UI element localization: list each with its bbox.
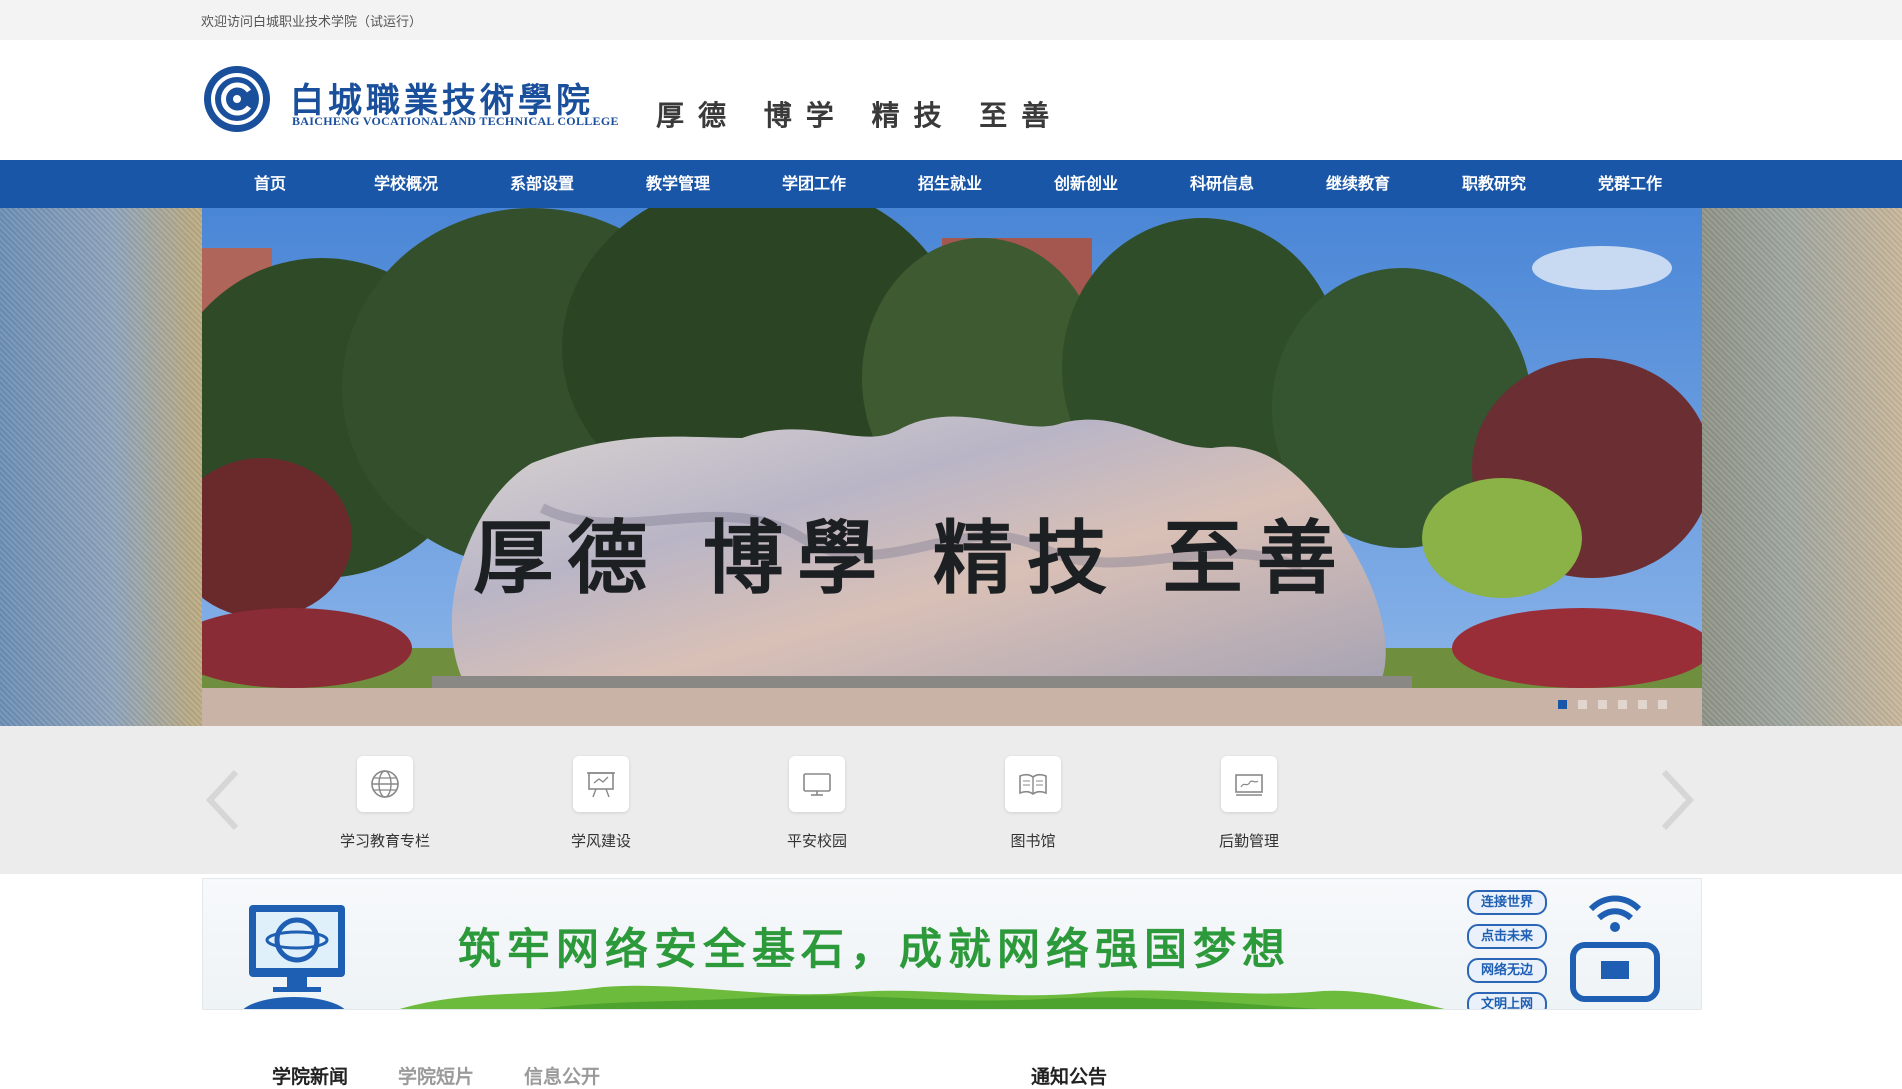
- tab-info-disclosure[interactable]: 信息公开: [524, 1062, 600, 1089]
- slide-dot[interactable]: [1598, 700, 1607, 709]
- top-welcome-bar: 欢迎访问白城职业技术学院（试运行）: [0, 0, 1902, 40]
- welcome-text: 欢迎访问白城职业技术学院（试运行）: [201, 15, 423, 30]
- globe-icon: [357, 756, 413, 812]
- quick-link-study-style[interactable]: 学风建设: [521, 756, 681, 866]
- nav-item-teaching[interactable]: 教学管理: [610, 160, 746, 208]
- security-pill: 文明上网: [1467, 992, 1547, 1009]
- quick-link-label: 学习教育专栏: [339, 832, 430, 850]
- nav-item-admissions[interactable]: 招生就业: [882, 160, 1018, 208]
- tab-college-news[interactable]: 学院新闻: [272, 1062, 348, 1089]
- book-icon: [1005, 756, 1061, 812]
- college-name-english: BAICHENG VOCATIONAL AND TECHNICAL COLLEG…: [292, 114, 619, 128]
- main-navigation: 首页 学校概况 系部设置 教学管理 学团工作 招生就业 创新创业 科研信息 继续…: [0, 160, 1902, 208]
- quick-link-label: 平安校园: [786, 832, 847, 850]
- monitor-icon: [789, 756, 845, 812]
- quick-link-label: 后勤管理: [1218, 832, 1279, 850]
- security-pill: 网络无边: [1467, 958, 1547, 983]
- nav-item-about[interactable]: 学校概况: [338, 160, 474, 208]
- slide-dot[interactable]: [1558, 700, 1567, 709]
- nav-item-home[interactable]: 首页: [202, 160, 338, 208]
- quick-link-library[interactable]: 图书馆: [953, 756, 1113, 866]
- chevron-left-icon[interactable]: [204, 768, 240, 832]
- presentation-board-icon: [573, 756, 629, 812]
- network-security-banner[interactable]: 筑牢网络安全基石，成就网络强国梦想 连接世界 点击未来 网络无边 文明上网: [202, 878, 1702, 1010]
- security-pill: 点击未来: [1467, 924, 1547, 949]
- nav-item-departments[interactable]: 系部设置: [474, 160, 610, 208]
- slide-dot[interactable]: [1658, 700, 1667, 709]
- notice-section-title[interactable]: 通知公告: [1031, 1062, 1107, 1089]
- wifi-router-icon: [1570, 895, 1660, 1002]
- quick-links-bar: 学习教育专栏 学风建设 平安校园 图书馆 后勤管理: [0, 726, 1902, 874]
- stone-inscription: 厚德 博學 精技 至善: [473, 511, 1351, 605]
- quick-link-logistics[interactable]: 后勤管理: [1169, 756, 1329, 866]
- quick-link-label: 图书馆: [1010, 832, 1056, 850]
- chevron-right-icon[interactable]: [1660, 768, 1696, 832]
- security-pill: 连接世界: [1467, 890, 1547, 915]
- slide-dot[interactable]: [1618, 700, 1627, 709]
- nav-item-student-affairs[interactable]: 学团工作: [746, 160, 882, 208]
- security-pill-list: 连接世界 点击未来 网络无边 文明上网: [1467, 890, 1547, 1009]
- slide-dot[interactable]: [1578, 700, 1587, 709]
- tab-college-videos[interactable]: 学院短片: [398, 1062, 474, 1089]
- quick-link-study-column[interactable]: 学习教育专栏: [305, 756, 465, 866]
- nav-item-vocational-research[interactable]: 职教研究: [1426, 160, 1562, 208]
- chalkboard-icon: [1221, 756, 1277, 812]
- security-slogan: 筑牢网络安全基石，成就网络强国梦想: [458, 925, 1291, 975]
- nav-item-party-affairs[interactable]: 党群工作: [1562, 160, 1698, 208]
- slide-dot[interactable]: [1638, 700, 1647, 709]
- college-seal-logo[interactable]: [203, 65, 271, 133]
- header-motto: 厚德 博学 精技 至善: [656, 99, 1064, 132]
- nav-item-innovation[interactable]: 创新创业: [1018, 160, 1154, 208]
- banner-slide[interactable]: 厚德 博學 精技 至善: [202, 208, 1702, 726]
- nav-item-continuing-education[interactable]: 继续教育: [1290, 160, 1426, 208]
- quick-link-safe-campus[interactable]: 平安校园: [737, 756, 897, 866]
- quick-link-label: 学风建设: [570, 832, 631, 850]
- nav-item-research[interactable]: 科研信息: [1154, 160, 1290, 208]
- banner-pagination: [1558, 694, 1678, 713]
